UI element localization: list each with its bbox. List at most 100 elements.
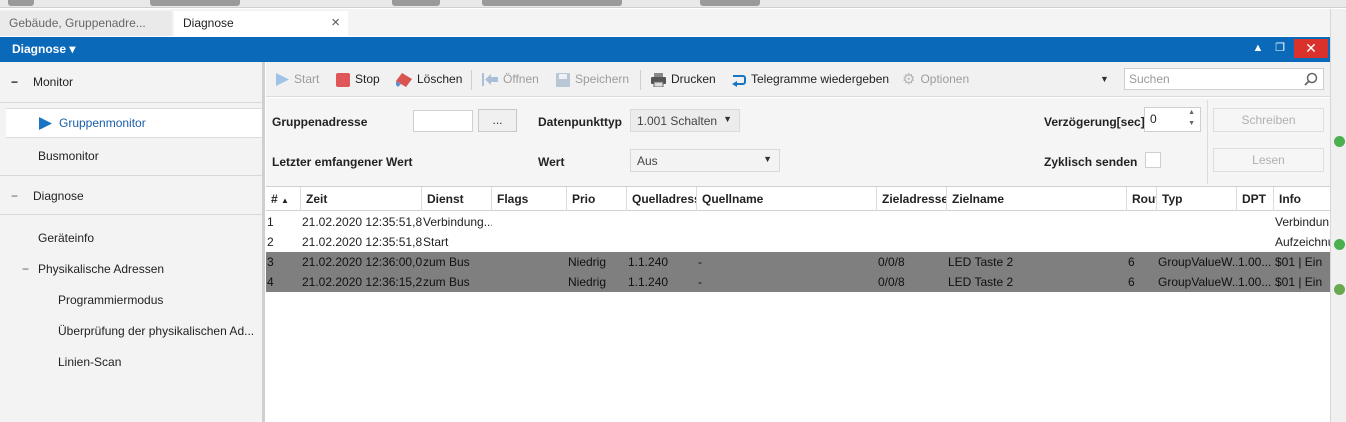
tab-gebaeude[interactable]: Gebäude, Gruppenadre... <box>0 11 172 36</box>
sidebar-item-geraeteinfo[interactable]: Geräteinfo <box>0 226 262 250</box>
button-label: Öffnen <box>503 72 539 86</box>
replay-icon <box>732 74 746 87</box>
cell-prio: Niedrig <box>568 255 607 269</box>
column-header-dienst[interactable]: Dienst <box>422 187 492 211</box>
column-header-prio[interactable]: Prio <box>567 187 627 211</box>
monitor-settings-panel: Gruppenadresse ... Datenpunkttyp 1.001 S… <box>266 98 1330 186</box>
lesen-button[interactable]: Lesen <box>1213 148 1324 172</box>
stop-button[interactable]: Stop <box>336 70 380 90</box>
close-button[interactable]: ✕ <box>1294 39 1328 58</box>
column-header-info[interactable]: Info <box>1274 187 1330 211</box>
cell-quellname: - <box>698 255 702 269</box>
cell-info: $01 | Ein <box>1275 275 1323 289</box>
sidebar-header-diagnose[interactable]: − Diagnose <box>0 184 262 208</box>
sidebar-label: Linien-Scan <box>58 355 122 369</box>
save-icon <box>556 72 570 87</box>
select-value: 1.001 Schalten <box>637 114 718 128</box>
table-header: # ▲ Zeit Dienst Flags Prio Quelladresse … <box>266 187 1330 211</box>
button-label: Drucken <box>671 72 716 86</box>
ribbon-remnant <box>0 0 1346 8</box>
cell-zielname: LED Taste 2 <box>948 255 1014 269</box>
telegramme-wiedergeben-button[interactable]: Telegramme wiedergeben <box>730 70 889 90</box>
optionen-button[interactable]: ⚙ Optionen <box>902 70 969 90</box>
cell-quelladresse: 1.1.240 <box>628 255 669 269</box>
column-header-flags[interactable]: Flags <box>492 187 567 211</box>
sidebar-item-programmiermodus[interactable]: Programmiermodus <box>0 288 262 312</box>
wert-select[interactable]: Aus ▼ <box>630 149 780 172</box>
cell-number: 1 <box>267 215 274 229</box>
zyklisch-label: Zyklisch senden <box>1044 155 1138 169</box>
tab-diagnose[interactable]: Diagnose × <box>174 11 348 36</box>
cell-quelladresse: 1.1.240 <box>628 275 669 289</box>
sidebar-item-busmonitor[interactable]: Busmonitor <box>0 144 262 168</box>
sidebar-item-gruppenmonitor[interactable]: Gruppenmonitor <box>6 108 262 138</box>
cell-zielname: LED Taste 2 <box>948 275 1014 289</box>
divider <box>0 175 262 176</box>
gruppenadresse-label: Gruppenadresse <box>272 115 368 129</box>
cell-dienst: Verbindung... <box>423 215 492 229</box>
datenpunkttyp-select[interactable]: 1.001 Schalten ▼ <box>630 109 740 132</box>
cell-zeit: 21.02.2020 12:35:51,805 <box>302 235 422 249</box>
chevron-down-icon: ▼ <box>723 114 732 124</box>
search-input[interactable]: Suchen <box>1124 68 1324 90</box>
collapse-minus-icon[interactable]: − <box>22 257 29 281</box>
sidebar-item-physikalische-adressen[interactable]: − Physikalische Adressen <box>0 257 262 281</box>
status-icon[interactable] <box>1334 136 1345 147</box>
column-header-typ[interactable]: Typ <box>1157 187 1237 211</box>
collapse-icon[interactable]: ▲ <box>1250 39 1266 58</box>
restore-icon[interactable]: ❐ <box>1272 39 1288 58</box>
verzoegerung-spinner[interactable]: 0 ▲ ▼ <box>1144 107 1201 132</box>
cell-rout: 6 <box>1128 275 1135 289</box>
gruppenadresse-input[interactable] <box>413 110 473 132</box>
cell-rout: 6 <box>1128 255 1135 269</box>
sort-ascending-icon: ▲ <box>281 196 289 205</box>
column-header-rout[interactable]: Rout <box>1127 187 1157 211</box>
toolbar-overflow-dropdown[interactable]: ▼ <box>1100 70 1109 90</box>
cell-quellname: - <box>698 275 702 289</box>
schreiben-button[interactable]: Schreiben <box>1213 108 1324 132</box>
cell-zeit: 21.02.2020 12:36:00,0... <box>302 255 422 269</box>
sidebar-label: Programmiermodus <box>58 293 164 307</box>
close-icon[interactable]: × <box>331 11 340 35</box>
cell-typ: GroupValueW... <box>1158 275 1237 289</box>
eraser-icon <box>396 72 412 87</box>
column-header-quellname[interactable]: Quellname <box>697 187 877 211</box>
loeschen-button[interactable]: Löschen <box>396 70 462 90</box>
column-header-quelladresse[interactable]: Quelladresse <box>627 187 697 211</box>
zyklisch-checkbox[interactable] <box>1145 152 1161 168</box>
spinner-value: 0 <box>1150 112 1157 126</box>
table-row[interactable]: 3 21.02.2020 12:36:00,0... zum Bus Niedr… <box>266 252 1330 272</box>
telegram-table: # ▲ Zeit Dienst Flags Prio Quelladresse … <box>266 186 1330 422</box>
spin-down-icon[interactable]: ▼ <box>1188 120 1195 127</box>
divider <box>0 214 262 215</box>
wert-label: Wert <box>538 155 565 169</box>
panel-title[interactable]: Diagnose ▾ <box>12 42 75 56</box>
column-header-zieladresse[interactable]: Zieladresse <box>877 187 947 211</box>
collapse-minus-icon[interactable]: − <box>11 70 18 94</box>
chevron-down-icon: ▼ <box>763 154 772 164</box>
collapse-minus-icon[interactable]: − <box>11 184 18 208</box>
table-row[interactable]: 2 21.02.2020 12:35:51,805 Start Aufzeich… <box>266 232 1330 252</box>
column-header-number[interactable]: # ▲ <box>266 187 301 211</box>
table-row[interactable]: 1 21.02.2020 12:35:51,805 Verbindung... … <box>266 212 1330 232</box>
start-button[interactable]: Start <box>276 70 319 90</box>
column-header-zeit[interactable]: Zeit <box>301 187 422 211</box>
column-header-zielname[interactable]: Zielname <box>947 187 1127 211</box>
sidebar-item-linien-scan[interactable]: Linien-Scan <box>0 350 262 374</box>
spin-up-icon[interactable]: ▲ <box>1188 109 1195 116</box>
cell-prio: Niedrig <box>568 275 607 289</box>
drucken-button[interactable]: Drucken <box>651 70 716 90</box>
status-icon[interactable] <box>1334 284 1345 295</box>
status-icon[interactable] <box>1334 239 1345 250</box>
verzoegerung-label: Verzögerung[sec] <box>1044 115 1145 129</box>
sidebar-header-monitor[interactable]: − Monitor <box>0 70 262 94</box>
table-row[interactable]: 4 21.02.2020 12:36:15,211 zum Bus Niedri… <box>266 272 1330 292</box>
oeffnen-button[interactable]: Öffnen <box>482 70 539 90</box>
browse-button[interactable]: ... <box>478 109 517 132</box>
sidebar-label: Geräteinfo <box>38 231 95 245</box>
printer-icon <box>651 72 666 87</box>
play-icon <box>276 73 289 87</box>
speichern-button[interactable]: Speichern <box>556 70 629 90</box>
sidebar-item-ueberpruefung[interactable]: Überprüfung der physikalischen Ad... <box>0 319 262 343</box>
column-header-dpt[interactable]: DPT <box>1237 187 1274 211</box>
